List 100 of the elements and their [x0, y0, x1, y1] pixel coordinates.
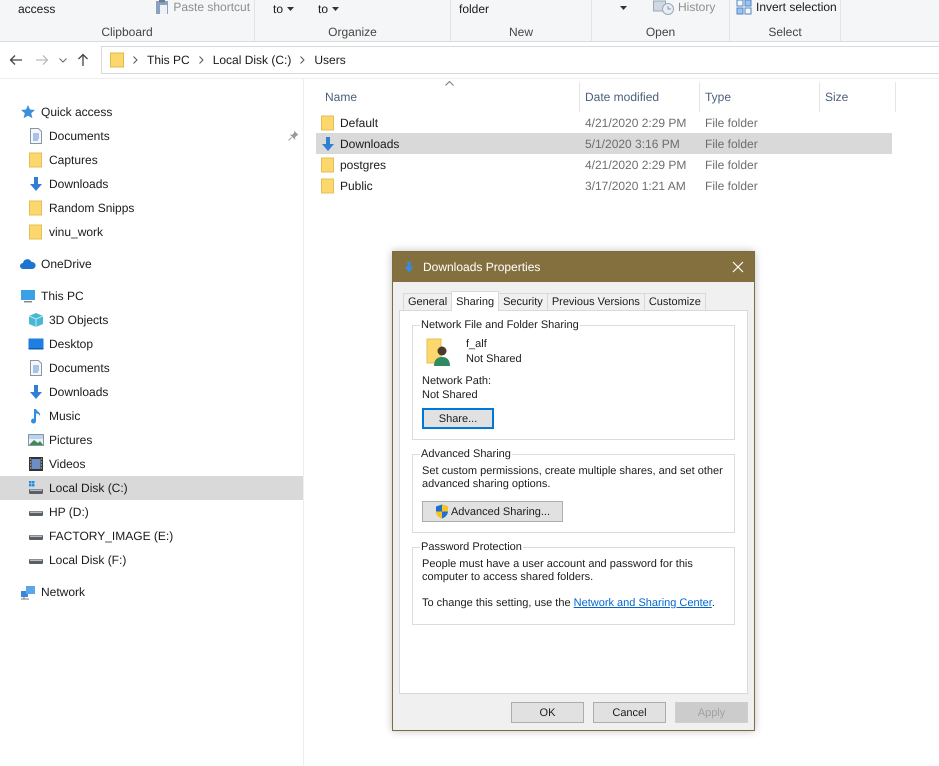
sort-caret-icon [445, 81, 454, 86]
sidebar-label: Documents [49, 129, 110, 143]
tab[interactable]: General [403, 293, 452, 310]
description-text: Set custom permissions, create multiple shares, and set other advanced sharing options. [422, 465, 724, 491]
folder-name: f_alf [466, 337, 488, 352]
column-header[interactable]: Name [320, 82, 580, 112]
caret-icon [620, 6, 627, 10]
tab[interactable]: Customize [644, 293, 706, 310]
column-header[interactable]: Date modified [580, 82, 700, 112]
table-cell-text: File folder [704, 116, 759, 130]
table-cell-text: File folder [704, 178, 759, 192]
monitor-icon [20, 288, 36, 304]
column-header[interactable]: Type [700, 82, 820, 112]
advanced-sharing-button[interactable]: Advanced Sharing... [422, 501, 563, 522]
sidebar-label: OneDrive [41, 257, 92, 271]
shield-icon [434, 504, 449, 519]
sidebar-item[interactable]: This PC [0, 284, 303, 308]
drive-icon [28, 480, 44, 496]
ribbon-group-label: Open [644, 25, 676, 39]
pin-icon[interactable] [288, 130, 299, 141]
sidebar-item[interactable]: Downloads [0, 172, 303, 196]
file-row[interactable]: Downloads 5/1/2020 3:16 PM File folder [316, 133, 892, 154]
sidebar-item[interactable]: HP (D:) [0, 500, 303, 524]
sidebar-item[interactable]: Captures [0, 148, 303, 172]
sidebar-item[interactable]: Network [0, 580, 303, 604]
sidebar-item[interactable]: Documents [0, 124, 303, 148]
breadcrumb[interactable]: Local Disk (C:) [212, 53, 292, 67]
column-header[interactable]: Size [820, 82, 896, 112]
sidebar-item[interactable]: Music [0, 404, 303, 428]
sidebar-label: Desktop [49, 337, 94, 351]
table-cell-text: 4/21/2020 2:29 PM [584, 116, 688, 130]
ribbon-button[interactable]: to [318, 2, 340, 16]
file-name: Default [340, 116, 378, 130]
tab[interactable]: Sharing [451, 291, 500, 311]
sidebar-item[interactable]: Pictures [0, 428, 303, 452]
sidebar-label: Local Disk (F:) [49, 553, 126, 567]
ribbon-group-label: New [508, 25, 534, 39]
file-name: postgres [340, 158, 386, 172]
sidebar-item[interactable]: Desktop [0, 332, 303, 356]
dialog-button[interactable]: Cancel [593, 702, 666, 723]
sidebar-item[interactable]: vinu_work [0, 220, 303, 244]
sidebar-item[interactable]: Videos [0, 452, 303, 476]
file-name: Public [340, 178, 373, 192]
share-status: Not Shared [466, 352, 522, 367]
group-title: Advanced Sharing [420, 448, 512, 460]
group-title: Network File and Folder Sharing [420, 319, 580, 331]
file-row[interactable]: Default 4/21/2020 2:29 PM File folder [316, 112, 892, 133]
sidebar-label: HP (D:) [49, 505, 89, 519]
file-row[interactable]: postgres 4/21/2020 2:29 PM File folder [316, 154, 892, 175]
file-name: Downloads [340, 136, 400, 150]
sidebar-item[interactable]: OneDrive [0, 252, 303, 276]
document-icon [28, 128, 44, 144]
network-icon [20, 584, 36, 600]
ribbon-button[interactable]: folder [459, 2, 490, 16]
close-icon[interactable] [732, 261, 744, 273]
network-sharing-link[interactable]: Network and Sharing Center [574, 597, 712, 609]
sidebar-label: FACTORY_IMAGE (E:) [49, 529, 174, 543]
film-icon [28, 456, 44, 472]
up-arrow-icon[interactable] [77, 53, 89, 67]
dialog-button[interactable]: OK [511, 702, 584, 723]
ribbon-button[interactable]: to [273, 2, 294, 16]
cube-icon [28, 312, 44, 328]
folder-icon [320, 156, 336, 172]
sidebar-item[interactable]: Local Disk (C:) [0, 476, 303, 500]
sidebar-label: Local Disk (C:) [49, 481, 128, 495]
sidebar-label: Music [49, 409, 80, 423]
share-button[interactable]: Share... [422, 408, 494, 429]
table-cell-text: 3/17/2020 1:21 AM [584, 178, 687, 192]
file-row[interactable]: Public 3/17/2020 1:21 AM File folder [316, 175, 892, 196]
sidebar-label: 3D Objects [49, 313, 108, 327]
ribbon-button[interactable]: Invert selection [736, 0, 837, 15]
ribbon-button[interactable]: access [18, 2, 56, 16]
download-arrow-icon [28, 176, 44, 192]
folder-icon [320, 114, 336, 130]
sidebar-item[interactable]: 3D Objects [0, 308, 303, 332]
sidebar-item[interactable]: Documents [0, 356, 303, 380]
tab[interactable]: Security [498, 293, 548, 310]
breadcrumb[interactable]: Users [314, 53, 346, 67]
document-icon [28, 360, 44, 376]
desktop-icon [28, 336, 44, 352]
chevron-down-icon[interactable] [59, 58, 67, 62]
folder-icon [28, 224, 44, 240]
cloud-icon [20, 256, 36, 272]
sidebar-item[interactable]: Random Snipps [0, 196, 303, 220]
group-title: Password Protection [420, 541, 523, 553]
address-field[interactable]: This PC Local Disk (C:) Users [101, 46, 939, 74]
back-arrow-icon[interactable] [9, 54, 23, 66]
sidebar-label: vinu_work [49, 225, 104, 239]
sidebar-label: Documents [49, 361, 110, 375]
window-title: Downloads Properties [423, 260, 542, 274]
breadcrumb[interactable]: This PC [147, 53, 190, 67]
chevron-right-icon [300, 56, 306, 64]
sidebar-item[interactable]: Downloads [0, 380, 303, 404]
sidebar-item[interactable]: Local Disk (F:) [0, 548, 303, 572]
shared-folder-icon [426, 337, 452, 367]
sidebar-label: Downloads [49, 385, 108, 399]
folder-icon [28, 152, 44, 168]
sidebar-item[interactable]: FACTORY_IMAGE (E:) [0, 524, 303, 548]
sidebar-item[interactable]: Quick access [0, 100, 303, 124]
sidebar-label: Pictures [49, 433, 92, 447]
